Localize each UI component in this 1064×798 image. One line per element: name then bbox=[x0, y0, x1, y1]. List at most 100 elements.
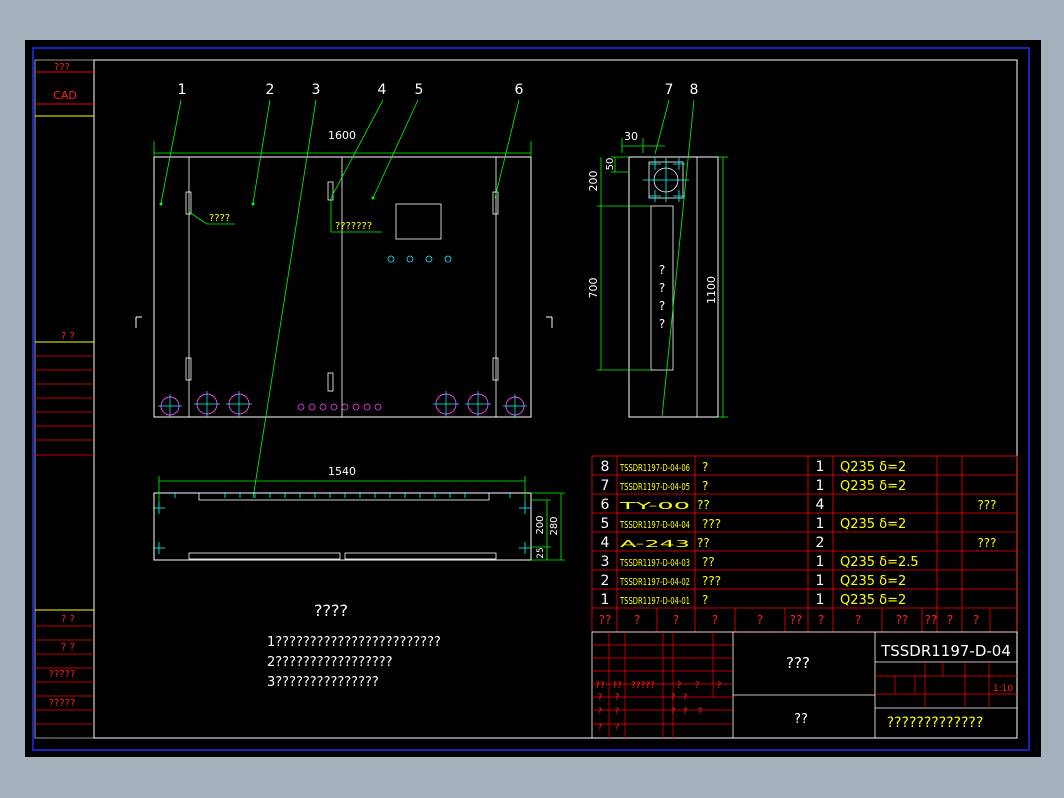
title-block-label: ? bbox=[677, 681, 682, 691]
top-dim-200: 200 bbox=[535, 515, 546, 534]
bom-table: 8 TSSDR1197-D-04-06? 1 Q235 δ=2 7 TSSDR1197-D… bbox=[591, 455, 1018, 633]
bom-cell-no: 5 bbox=[601, 516, 610, 532]
front-outline bbox=[153, 156, 532, 418]
bom-header-cell: ?? bbox=[790, 613, 803, 627]
title-block-label: ? bbox=[671, 693, 676, 703]
part-name: ??? bbox=[786, 654, 810, 672]
bom-cell-code: TSSDR1197-D-04-06 bbox=[619, 463, 690, 474]
dim-700-text: 700 bbox=[587, 278, 600, 299]
title-block-label: ?? bbox=[612, 681, 622, 691]
top-dim-280: 280 bbox=[549, 516, 560, 535]
bom-cell-qty: 1 bbox=[816, 516, 825, 532]
company-name: ????????????? bbox=[887, 715, 984, 731]
drawing-border bbox=[93, 59, 1018, 739]
bom-cell-note: ??? bbox=[977, 498, 996, 512]
bom-cell-no: 8 bbox=[601, 459, 610, 475]
balloon-2: 2 bbox=[266, 82, 275, 98]
bom-header-cell: ?? bbox=[896, 613, 909, 627]
side-vert-2: ? bbox=[659, 281, 665, 295]
bom-header-cell: ? bbox=[712, 613, 718, 627]
meter-window bbox=[395, 203, 442, 240]
bom-cell-mat: Q235 δ=2.5 bbox=[840, 555, 919, 570]
strip-label-mid: ? ? bbox=[61, 331, 75, 342]
dim-50-text: 50 bbox=[605, 158, 616, 171]
bom-header-cell: ? bbox=[634, 613, 640, 627]
bom-cell-qty: 4 bbox=[816, 497, 825, 513]
bom-header-cell: ? bbox=[757, 613, 763, 627]
note-line-3: 3??????????????? bbox=[267, 675, 379, 690]
strip-label-low2: ? ? bbox=[61, 642, 75, 653]
bom-cell-code: TY-00 bbox=[617, 501, 690, 512]
drawing-sheet: ??? CAD ? ? ? ? ? ? ????? ????? 1600 1 2… bbox=[25, 40, 1041, 757]
note-line-2: 2????????????????? bbox=[267, 655, 393, 670]
note-a: ???? bbox=[209, 213, 230, 224]
bom-cell-no: 4 bbox=[601, 535, 610, 551]
title-block-label: ? bbox=[598, 693, 603, 703]
bom-cell-qty: 1 bbox=[816, 592, 825, 608]
bom-cell-code: TSSDR1197-D-04-05 bbox=[619, 482, 690, 493]
title-block-label: ????? bbox=[631, 681, 655, 691]
bom-cell-qty: 2 bbox=[816, 535, 825, 551]
bom-cell-name: ??? bbox=[702, 574, 721, 588]
strip-label-cad: CAD bbox=[53, 89, 77, 102]
bom-cell-qty: 1 bbox=[816, 459, 825, 475]
strip-label-low4: ????? bbox=[49, 698, 76, 709]
bom-cell-mat: Q235 δ=2 bbox=[840, 593, 906, 608]
bom-cell-mat: Q235 δ=2 bbox=[840, 574, 906, 589]
strip-label-low3: ????? bbox=[49, 669, 76, 680]
bom-cell-mat: Q235 δ=2 bbox=[840, 479, 906, 494]
dim-1540-text: 1540 bbox=[328, 465, 356, 478]
scale-value: 1:10 bbox=[993, 684, 1013, 694]
side-vert-4: ? bbox=[659, 317, 665, 331]
bom-cell-mat: Q235 δ=2 bbox=[840, 460, 906, 475]
dim-1600 bbox=[153, 141, 532, 157]
bom-cell-mat: Q235 δ=2 bbox=[840, 517, 906, 532]
bom-cell-name: ? bbox=[702, 460, 708, 474]
bom-cell-no: 3 bbox=[601, 554, 610, 570]
bom-cell-name: ? bbox=[702, 593, 708, 607]
bom-cell-name: ? bbox=[702, 479, 708, 493]
title-block-label: ? bbox=[598, 723, 603, 733]
title-block-label: ? bbox=[698, 707, 703, 717]
drawing-number: TSSDR1197-D-04 bbox=[880, 642, 1011, 660]
balloon-5: 5 bbox=[415, 82, 424, 98]
indicator-lights bbox=[387, 255, 452, 263]
top-dim-25: 25 bbox=[536, 547, 546, 558]
bom-cell-code: A-243 bbox=[620, 539, 690, 550]
side-dimensions bbox=[597, 99, 728, 418]
cad-drawing: ??? CAD ? ? ? ? ? ? ????? ????? 1600 1 2… bbox=[32, 47, 1030, 751]
bom-cell-no: 7 bbox=[601, 478, 610, 494]
title-block-label: ? bbox=[671, 707, 676, 717]
dim-1100-text: 1100 bbox=[705, 276, 718, 304]
bom-cell-code: TSSDR1197-D-04-04 bbox=[619, 520, 690, 531]
note-b: ??????? bbox=[335, 221, 372, 232]
side-vert-1: ? bbox=[659, 263, 665, 277]
title-block-label: ? bbox=[615, 693, 620, 703]
bom-cell-qty: 1 bbox=[816, 573, 825, 589]
title-block-label: ? bbox=[683, 693, 688, 703]
bom-cell-qty: 1 bbox=[816, 478, 825, 494]
bom-cell-name: ?? bbox=[702, 555, 715, 569]
bom-header-cell: ?? bbox=[925, 613, 938, 627]
bom-cell-qty: 1 bbox=[816, 554, 825, 570]
balloon-8: 8 bbox=[690, 82, 699, 98]
bom-header-cell: ? bbox=[947, 613, 953, 627]
left-strip: ??? CAD ? ? ? ? ? ? ????? ????? bbox=[34, 59, 95, 739]
note-line-1: 1???????????????????????? bbox=[267, 635, 441, 650]
bom-cell-name: ?? bbox=[697, 536, 710, 550]
bom-header-cell: ? bbox=[818, 613, 824, 627]
balloon-1: 1 bbox=[178, 82, 187, 98]
balloon-7: 7 bbox=[665, 82, 674, 98]
strip-label-low1: ? ? bbox=[61, 614, 75, 625]
title-block-label: ?? bbox=[595, 681, 605, 691]
bom-header-cell: ? bbox=[673, 613, 679, 627]
notes-title: ???? bbox=[314, 601, 348, 620]
balloon-6: 6 bbox=[515, 82, 524, 98]
bom-header-cell: ?? bbox=[599, 613, 612, 627]
material-label: ?? bbox=[794, 712, 808, 727]
top-view: 1540 200 280 25 bbox=[153, 465, 565, 561]
title-block: TSSDR1197-D-04 ??? ?? ????????????? 1:10… bbox=[591, 631, 1018, 739]
balloon-4: 4 bbox=[378, 82, 387, 98]
bom-header-cell: ? bbox=[855, 613, 861, 627]
cable-glands bbox=[160, 393, 525, 416]
